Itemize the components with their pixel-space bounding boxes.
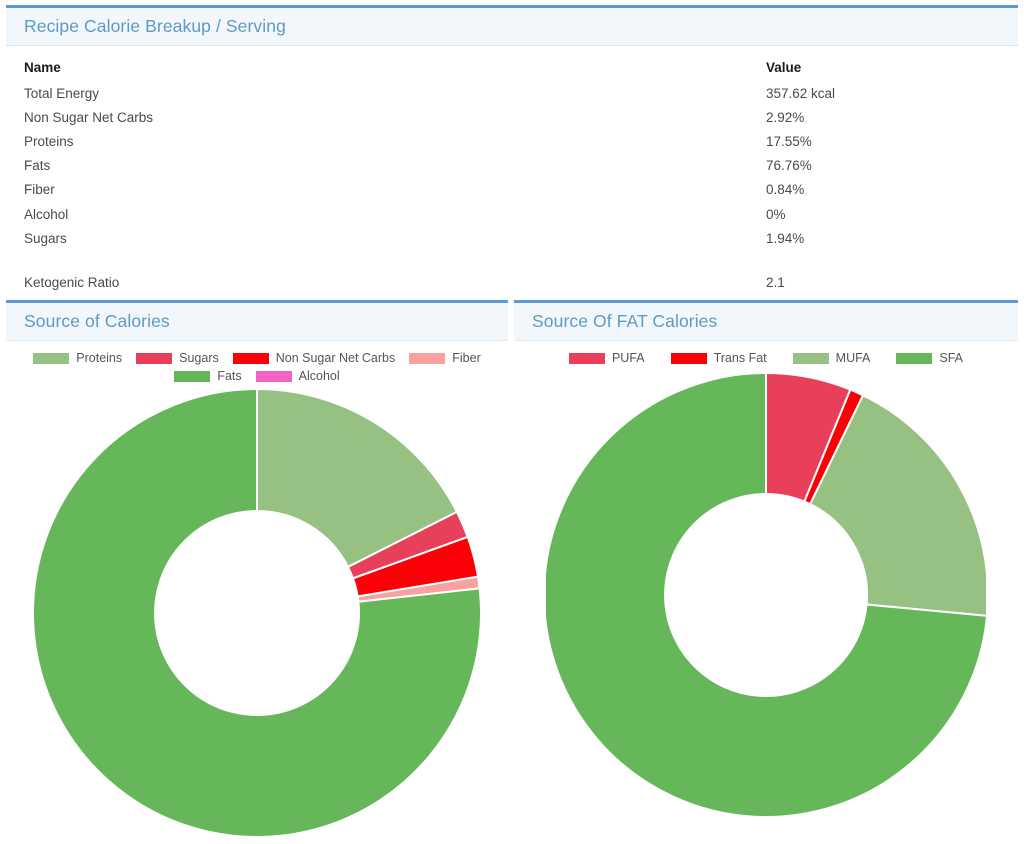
legend-swatch-icon — [255, 370, 292, 382]
legend-item-mufa[interactable]: MUFA — [792, 351, 871, 365]
legend-label: Fats — [217, 369, 242, 383]
source-of-fat-calories-donut-chart[interactable] — [546, 369, 986, 821]
nutrient-name: Proteins — [24, 133, 74, 149]
nutrient-name: Fats — [24, 158, 51, 174]
legend-swatch-icon — [896, 352, 933, 364]
source-of-calories-donut-wrap — [6, 387, 508, 839]
legend-label: Proteins — [76, 351, 123, 365]
source-of-calories-body: Proteins Sugars Non Sugar Net Carbs Fiber Fa… — [6, 341, 508, 839]
table-spacer-row — [6, 250, 1018, 270]
recipe-calorie-breakup-panel: Recipe Calorie Breakup / Serving Name Va… — [6, 5, 1018, 293]
legend-swatch-icon — [232, 352, 269, 364]
recipe-calorie-breakup-header: Recipe Calorie Breakup / Serving — [6, 8, 1018, 46]
table-row: Total Energy 357.62 kcal — [6, 81, 1018, 105]
legend-label: MUFA — [835, 351, 871, 365]
nutrient-value: 0.84% — [766, 182, 805, 198]
nutrient-table: Name Value Total Energy 357.62 kcal Non Su… — [6, 58, 1018, 295]
table-row: Proteins 17.55% — [6, 129, 1018, 153]
legend-swatch-icon — [136, 352, 173, 364]
table-row: Non Sugar Net Carbs 2.92% — [6, 105, 1018, 129]
legend-item-pufa[interactable]: PUFA — [568, 351, 645, 365]
legend-label: Fiber — [452, 351, 481, 365]
table-row: Sugars 1.94% — [6, 226, 1018, 250]
nutrient-value: 17.55% — [766, 133, 812, 149]
legend-swatch-icon — [670, 352, 707, 364]
table-header-row: Name Value — [6, 58, 1018, 81]
source-of-calories-donut-chart[interactable] — [27, 387, 487, 839]
legend-item-fats[interactable]: Fats — [174, 369, 242, 383]
nutrition-dashboard: Recipe Calorie Breakup / Serving Name Va… — [0, 0, 1024, 844]
spacer-cell — [6, 250, 766, 270]
nutrient-name: Total Energy — [24, 85, 100, 101]
nutrient-summary-body: Name Value Total Energy 357.62 kcal Non Su… — [6, 46, 1018, 295]
legend-item-sfa[interactable]: SFA — [896, 351, 963, 365]
nutrient-value: 2.92% — [766, 109, 805, 125]
source-of-calories-title: Source of Calories — [24, 311, 170, 331]
table-row: Fats 76.76% — [6, 154, 1018, 178]
column-header-value: Value — [766, 60, 802, 75]
legend-swatch-icon — [568, 352, 605, 364]
legend-label: SFA — [939, 351, 964, 365]
nutrient-name: Fiber — [24, 182, 55, 198]
nutrient-name: Non Sugar Net Carbs — [24, 109, 154, 125]
nutrient-name: Alcohol — [24, 206, 69, 222]
nutrient-value: 76.76% — [766, 158, 812, 174]
legend-item-sugars[interactable]: Sugars — [136, 351, 219, 365]
spacer-cell — [766, 250, 1018, 270]
ketogenic-ratio-value: 2.1 — [766, 274, 785, 290]
column-header-name: Name — [24, 60, 61, 75]
nutrient-value: 357.62 kcal — [766, 85, 836, 101]
nutrient-value: 0% — [766, 206, 786, 222]
source-of-calories-legend: Proteins Sugars Non Sugar Net Carbs Fiber Fa… — [6, 341, 508, 387]
legend-swatch-icon — [33, 352, 70, 364]
source-of-fat-calories-header: Source Of FAT Calories — [514, 303, 1018, 341]
ketogenic-ratio-label: Ketogenic Ratio — [24, 274, 120, 290]
table-row: Alcohol 0% — [6, 202, 1018, 226]
legend-item-alcohol[interactable]: Alcohol — [255, 369, 340, 383]
table-row-ketogenic-ratio: Ketogenic Ratio 2.1 — [6, 270, 1018, 294]
nutrient-name: Sugars — [24, 230, 67, 246]
legend-swatch-icon — [174, 370, 211, 382]
legend-item-proteins[interactable]: Proteins — [33, 351, 122, 365]
legend-label: PUFA — [611, 351, 645, 365]
source-of-fat-calories-panel: Source Of FAT Calories PUFA Trans Fat MUFA… — [514, 300, 1018, 840]
source-of-fat-calories-donut-wrap — [514, 369, 1018, 821]
source-of-fat-calories-title: Source Of FAT Calories — [532, 311, 718, 331]
page-title: Recipe Calorie Breakup / Serving — [24, 16, 286, 36]
source-of-calories-header: Source of Calories — [6, 303, 508, 341]
legend-label: Sugars — [179, 351, 219, 365]
source-of-fat-calories-legend: PUFA Trans Fat MUFA SFA — [514, 341, 1018, 369]
table-row: Fiber 0.84% — [6, 178, 1018, 202]
legend-label: Alcohol — [298, 369, 340, 383]
legend-item-fiber[interactable]: Fiber — [409, 351, 481, 365]
legend-item-non-sugar-net-carbs[interactable]: Non Sugar Net Carbs — [232, 351, 396, 365]
nutrient-value: 1.94% — [766, 230, 805, 246]
legend-swatch-icon — [409, 352, 446, 364]
legend-label: Trans Fat — [713, 351, 767, 365]
source-of-fat-calories-body: PUFA Trans Fat MUFA SFA — [514, 341, 1018, 821]
legend-item-trans-fat[interactable]: Trans Fat — [670, 351, 767, 365]
source-of-calories-panel: Source of Calories Proteins Sugars Non Sug… — [6, 300, 508, 840]
legend-label: Non Sugar Net Carbs — [275, 351, 396, 365]
legend-swatch-icon — [792, 352, 829, 364]
